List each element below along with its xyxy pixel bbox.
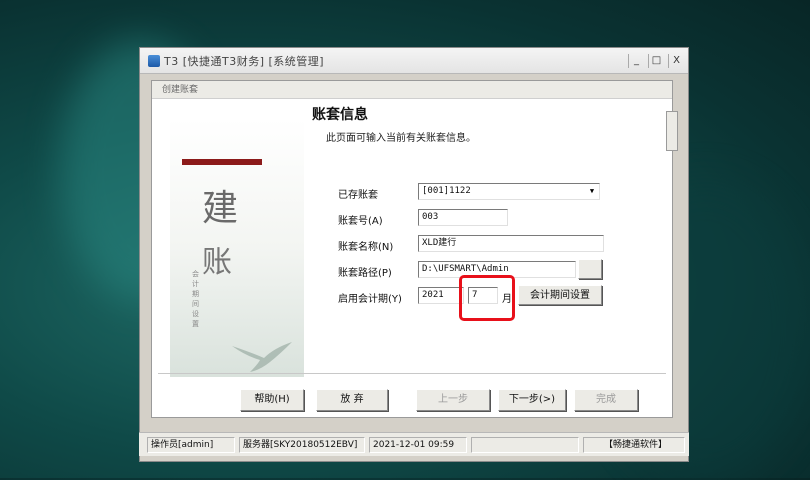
dialog-title: 创建账套 xyxy=(152,81,672,99)
account-name-label: 账套名称(N) xyxy=(338,242,394,253)
browse-path-button[interactable] xyxy=(578,259,602,279)
status-datetime: 2021-12-01 09:59 xyxy=(369,437,467,453)
side-char-account: 账 xyxy=(202,245,232,280)
existing-account-value: [001]1122 xyxy=(422,186,471,196)
status-operator: 操作员[admin] xyxy=(147,437,235,453)
window-title: T3 [快捷通T3财务] [系统管理] xyxy=(164,54,325,68)
cancel-button[interactable]: 放 弃 xyxy=(316,389,388,411)
button-separator xyxy=(158,373,666,374)
title-bar: T3 [快捷通T3财务] [系统管理] xyxy=(140,48,688,74)
period-setting-button[interactable]: 会计期间设置 xyxy=(518,285,602,305)
section-title: 账套信息 xyxy=(312,107,368,123)
highlight-annotation xyxy=(459,275,515,321)
crane-illustration-icon xyxy=(232,342,292,372)
existing-account-select[interactable]: [001]1122 ▼ xyxy=(418,183,600,200)
account-name-input[interactable]: XLD建行 xyxy=(418,235,604,252)
side-vertical-text: 会计期间设置 xyxy=(192,270,199,328)
account-path-label: 账套路径(P) xyxy=(338,268,392,279)
scroll-edge xyxy=(666,111,678,151)
side-illustration: 建 账 会计期间设置 xyxy=(170,119,304,377)
chevron-down-icon[interactable]: ▼ xyxy=(587,186,597,197)
finish-button[interactable]: 完成 xyxy=(574,389,638,411)
status-empty xyxy=(471,437,579,453)
help-button[interactable]: 帮助(H) xyxy=(240,389,304,411)
status-server: 服务器[SKY20180512EBV] xyxy=(239,437,365,453)
start-year-input[interactable]: 2021 xyxy=(418,287,464,304)
status-brand: 【畅捷通软件】 xyxy=(583,437,685,453)
status-bar: 操作员[admin] 服务器[SKY20180512EBV] 2021-12-0… xyxy=(139,432,689,456)
close-button[interactable]: X xyxy=(668,54,684,68)
start-period-label: 启用会计期(Y) xyxy=(338,294,402,305)
next-button[interactable]: 下一步(>) xyxy=(498,389,566,411)
maximize-button[interactable]: □ xyxy=(648,54,664,68)
accent-bar xyxy=(182,159,262,165)
section-subtitle: 此页面可输入当前有关账套信息。 xyxy=(326,133,476,144)
minimize-button[interactable]: _ xyxy=(628,54,644,68)
account-number-input[interactable]: 003 xyxy=(418,209,508,226)
side-char-build: 建 xyxy=(202,188,239,229)
prev-button[interactable]: 上一步 xyxy=(416,389,490,411)
account-number-label: 账套号(A) xyxy=(338,216,383,227)
app-icon xyxy=(148,54,160,67)
existing-account-label: 已存账套 xyxy=(338,190,378,201)
